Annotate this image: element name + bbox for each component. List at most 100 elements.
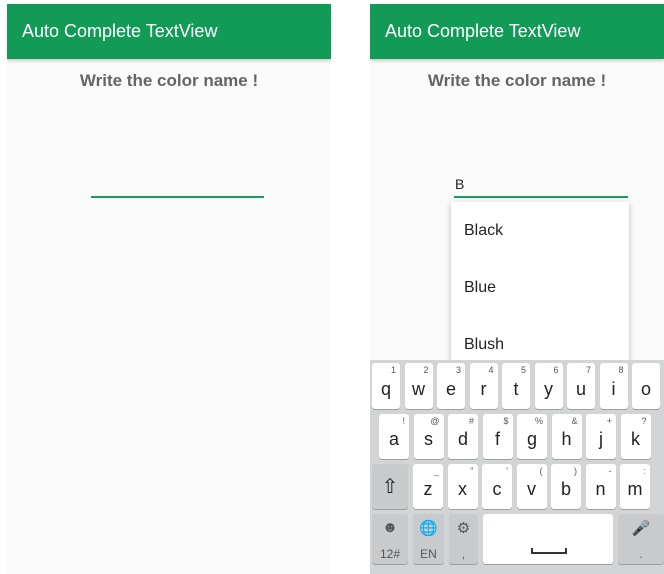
key-hint: & bbox=[571, 416, 578, 426]
key-a[interactable]: ! a bbox=[379, 414, 409, 459]
gear-icon: ⚙ bbox=[456, 520, 471, 537]
numbers-key[interactable]: ☻ 12# bbox=[372, 514, 408, 564]
key-u[interactable]: 7u bbox=[567, 363, 595, 409]
key-label: i bbox=[611, 379, 616, 399]
key-g[interactable]: % g bbox=[517, 414, 547, 459]
key-hint: 4 bbox=[488, 365, 494, 375]
key-label: m bbox=[627, 479, 643, 499]
key-e[interactable]: 3e bbox=[437, 363, 465, 409]
key-hint: 5 bbox=[520, 365, 526, 375]
globe-icon: 🌐 bbox=[419, 520, 438, 537]
key-hint: _ bbox=[433, 466, 439, 476]
page-heading: Write the color name ! bbox=[79, 71, 259, 90]
shift-key[interactable]: ⇧ bbox=[372, 464, 408, 509]
key-c[interactable]: ' c bbox=[482, 464, 512, 509]
app-bar: Auto Complete TextView bbox=[370, 4, 664, 59]
key-m[interactable]: :m bbox=[620, 464, 650, 509]
numbers-key-label: 12# bbox=[379, 547, 401, 561]
key-hint: 3 bbox=[455, 365, 461, 375]
suggestion-dropdown: Black Blue Blush bbox=[451, 202, 629, 372]
key-label: b bbox=[560, 479, 571, 499]
key-b[interactable]: ) b bbox=[551, 464, 581, 509]
color-autocomplete-input[interactable]: B bbox=[454, 176, 628, 198]
key-d[interactable]: # d bbox=[448, 414, 478, 459]
key-label: y bbox=[544, 379, 553, 399]
shift-arrow-icon: ⇧ bbox=[381, 476, 399, 498]
app-title: Auto Complete TextView bbox=[385, 21, 581, 41]
key-hint: : bbox=[643, 466, 646, 476]
app-bar: Auto Complete TextView bbox=[7, 4, 331, 59]
suggestion-item[interactable]: Blue bbox=[451, 259, 629, 316]
right-screen: Auto Complete TextView Write the color n… bbox=[370, 4, 664, 574]
key-label: j bbox=[599, 429, 603, 449]
key-label: k bbox=[631, 429, 640, 449]
key-label: a bbox=[388, 429, 399, 449]
key-hint: # bbox=[468, 416, 474, 426]
key-n[interactable]: -n bbox=[585, 464, 616, 509]
key-label: r bbox=[480, 379, 487, 399]
left-screen: Auto Complete TextView Write the color n… bbox=[7, 4, 331, 574]
key-z[interactable]: _ z bbox=[413, 464, 443, 509]
key-hint: ? bbox=[641, 416, 647, 426]
key-label: u bbox=[575, 379, 586, 399]
key-hint: ! bbox=[402, 416, 405, 426]
key-k[interactable]: ? k bbox=[620, 414, 651, 459]
key-label: c bbox=[492, 479, 502, 499]
period-key[interactable]: 🎤 . bbox=[618, 514, 664, 564]
key-q[interactable]: 1q bbox=[372, 363, 400, 409]
space-key[interactable] bbox=[483, 514, 613, 564]
key-label: v bbox=[527, 479, 536, 499]
key-label: n bbox=[595, 479, 606, 499]
language-key-label: EN bbox=[420, 547, 437, 561]
key-label: s bbox=[424, 429, 433, 449]
microphone-icon: 🎤 bbox=[631, 520, 651, 537]
key-hint: - bbox=[608, 466, 612, 476]
key-r[interactable]: 4r bbox=[469, 363, 498, 409]
key-j[interactable]: + j bbox=[586, 414, 616, 459]
key-label: q bbox=[380, 379, 391, 399]
color-autocomplete-input[interactable] bbox=[91, 170, 264, 198]
key-hint: 2 bbox=[423, 365, 429, 375]
comma-key[interactable]: ⚙ , bbox=[449, 514, 478, 564]
key-hint: 1 bbox=[390, 365, 396, 375]
key-s[interactable]: @ s bbox=[413, 414, 444, 459]
key-hint: 6 bbox=[553, 365, 559, 375]
key-label: h bbox=[561, 429, 572, 449]
suggestion-item[interactable]: Black bbox=[451, 202, 629, 259]
app-title: Auto Complete TextView bbox=[22, 21, 218, 41]
period-key-label: . bbox=[639, 547, 643, 561]
key-label: e bbox=[445, 379, 456, 399]
key-h[interactable]: & h bbox=[551, 414, 582, 459]
key-hint: % bbox=[534, 416, 543, 426]
key-label: x bbox=[458, 479, 467, 499]
key-w[interactable]: 2w bbox=[404, 363, 433, 409]
key-v[interactable]: (v bbox=[516, 464, 547, 509]
key-hint: + bbox=[606, 416, 612, 426]
key-hint: @ bbox=[430, 416, 440, 426]
key-t[interactable]: 5t bbox=[502, 363, 530, 409]
emoji-icon: ☻ bbox=[382, 519, 398, 536]
key-hint: $ bbox=[503, 416, 509, 426]
key-f[interactable]: $ f bbox=[482, 414, 513, 459]
page-heading: Write the color name ! bbox=[427, 71, 607, 90]
key-i[interactable]: 8i bbox=[599, 363, 628, 409]
key-label: g bbox=[526, 429, 537, 449]
key-o[interactable]: o bbox=[632, 363, 660, 409]
key-label: d bbox=[457, 429, 468, 449]
key-hint: 8 bbox=[618, 365, 624, 375]
language-key[interactable]: 🌐 EN bbox=[413, 514, 444, 564]
key-label: o bbox=[640, 379, 651, 399]
key-hint: ) bbox=[574, 466, 577, 476]
comma-key-label: , bbox=[461, 547, 466, 561]
key-label: z bbox=[423, 479, 433, 499]
key-hint: 7 bbox=[585, 365, 591, 375]
key-hint: ' bbox=[506, 466, 508, 476]
key-label: t bbox=[513, 379, 519, 399]
key-hint: " bbox=[470, 466, 474, 476]
space-bar-icon bbox=[531, 548, 567, 554]
key-hint: ( bbox=[539, 466, 543, 476]
key-x[interactable]: " x bbox=[447, 464, 478, 509]
key-label: f bbox=[494, 429, 500, 449]
key-label: w bbox=[412, 379, 425, 399]
key-y[interactable]: 6y bbox=[534, 363, 563, 409]
